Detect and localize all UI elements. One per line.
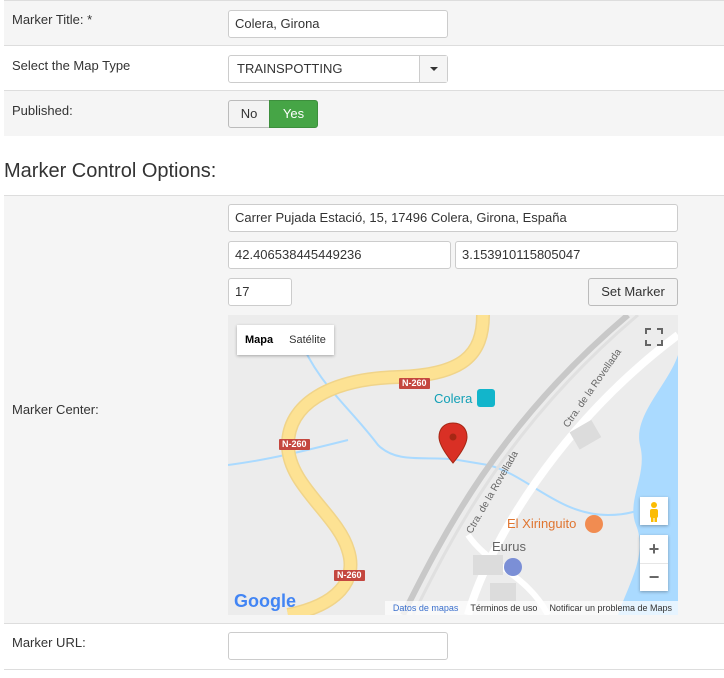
- road-shield-n260-bottom: N-260: [334, 570, 365, 581]
- map-terms-link[interactable]: Términos de uso: [470, 601, 537, 615]
- marker-url-label: Marker URL:: [12, 635, 86, 650]
- place-label-eurus: Eurus: [492, 539, 526, 554]
- fullscreen-button[interactable]: [644, 327, 664, 347]
- map-canvas[interactable]: Mapa Satélite N-260 N-260 N-260 Colera E…: [228, 315, 678, 615]
- marker-url-input[interactable]: [228, 632, 448, 660]
- zoom-control: + −: [640, 535, 668, 591]
- row-published: Published:: [4, 90, 724, 136]
- marker-title-label: Marker Title: *: [12, 12, 93, 27]
- published-no-button[interactable]: No: [228, 100, 270, 128]
- chevron-down-icon: [430, 67, 438, 71]
- section-heading: Marker Control Options:: [4, 160, 217, 182]
- road-shield-n260-top: N-260: [399, 378, 430, 389]
- map-type-label: Select the Map Type: [12, 58, 131, 73]
- published-label: Published:: [12, 103, 73, 118]
- map-type-value: TRAINSPOTTING: [237, 61, 343, 76]
- google-logo: Google: [234, 591, 296, 611]
- map-type-control: Mapa Satélite: [237, 325, 334, 355]
- longitude-input[interactable]: 3.153910115805047: [455, 241, 678, 269]
- address-input[interactable]: Carrer Pujada Estació, 15, 17496 Colera,…: [228, 204, 678, 232]
- zoom-out-button[interactable]: −: [640, 563, 668, 592]
- set-marker-button[interactable]: Set Marker: [588, 278, 678, 306]
- marker-title-input[interactable]: Colera, Girona: [228, 10, 448, 38]
- place-label-colera: Colera: [434, 391, 473, 406]
- marker-center-label: Marker Center:: [12, 402, 99, 417]
- zoom-input[interactable]: 17: [228, 278, 292, 306]
- map-type-map-button[interactable]: Mapa: [237, 325, 281, 355]
- select-caret-box[interactable]: [419, 56, 447, 82]
- map-data-link[interactable]: Datos de mapas: [393, 601, 459, 615]
- latitude-input[interactable]: 42.406538445449236: [228, 241, 451, 269]
- published-yes-button[interactable]: Yes: [269, 100, 318, 128]
- place-label-xiringuito: El Xiringuito: [507, 516, 577, 531]
- zoom-in-button[interactable]: +: [640, 535, 668, 563]
- road-shield-n260-left: N-260: [279, 439, 310, 450]
- fullscreen-icon: [645, 328, 663, 346]
- map-report-link[interactable]: Notificar un problema de Maps: [549, 601, 672, 615]
- street-view-pegman[interactable]: [640, 497, 668, 525]
- pegman-icon: [650, 502, 658, 522]
- map-footer: Datos de mapas Términos de uso Notificar…: [384, 601, 678, 615]
- map-type-select[interactable]: TRAINSPOTTING: [228, 55, 448, 83]
- map-type-satellite-button[interactable]: Satélite: [281, 325, 334, 355]
